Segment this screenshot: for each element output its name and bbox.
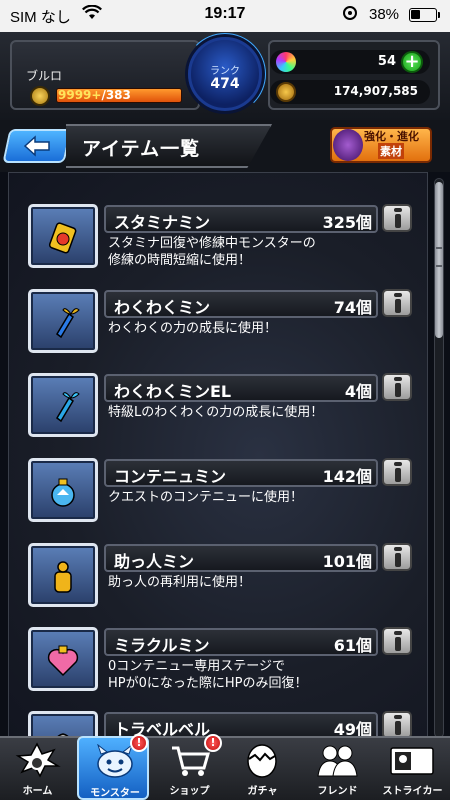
- add-orb-button[interactable]: +: [401, 51, 423, 73]
- item-info-button[interactable]: [382, 627, 412, 655]
- item-quantity: 325個: [322, 213, 372, 232]
- helper-bottle-icon: [54, 561, 72, 593]
- item-quantity: 61個: [333, 636, 372, 655]
- item-description: 助っ人の再利用に使用！: [108, 575, 252, 590]
- friend-icon: [317, 745, 358, 777]
- battery-percent: 38%: [369, 6, 400, 23]
- battery-tip: [438, 12, 440, 18]
- nav-label: モンスター: [90, 788, 140, 799]
- item-description: スタミナ回復や修練中モンスターの 修練の時間短縮に使用！: [108, 236, 316, 268]
- item-quantity: 4個: [344, 382, 372, 401]
- nav-label: ガチャ: [247, 786, 278, 797]
- list-item[interactable]: 助っ人ミン 101個 助っ人の再利用に使用！: [28, 543, 428, 607]
- miracle-bottle-icon: [47, 645, 79, 677]
- rank-label: ランク: [210, 66, 240, 77]
- gold-count: 174,907,585: [333, 84, 418, 98]
- battery-icon: [409, 8, 437, 22]
- back-arrow-icon: [24, 135, 50, 157]
- item-name: ミラクルミン: [114, 636, 210, 655]
- orb-count: 54: [377, 54, 396, 69]
- item-quantity: 74個: [333, 298, 372, 317]
- evolve-material-icon: [333, 129, 363, 161]
- striker-card-icon: [390, 747, 434, 775]
- item-description: クエストのコンテニューに使用！: [108, 490, 304, 505]
- nav-striker[interactable]: ストライカー: [375, 736, 450, 800]
- list-item[interactable]: ミラクルミン 61個 0コンテニュー専用ステージで HPが0になった際にHPのみ…: [28, 627, 428, 691]
- item-quantity: 142個: [322, 467, 372, 486]
- item-icon-frame: [28, 627, 98, 691]
- monster-notification-badge: !: [130, 734, 148, 752]
- status-bar: SIM なし 19:17 38%: [0, 0, 450, 32]
- item-info-button[interactable]: [382, 289, 412, 317]
- orb-icon: [276, 52, 296, 72]
- stamina-can-icon: [48, 222, 77, 254]
- gold-coin-icon: [276, 82, 296, 102]
- el-bottle-icon: [56, 392, 80, 423]
- orientation-lock-icon: [343, 6, 357, 20]
- item-icon-frame: [28, 458, 98, 522]
- nav-label: ストライカー: [382, 786, 443, 797]
- evolve-label-line1: 強化・進化: [364, 130, 419, 143]
- exp-coin-icon: [30, 86, 50, 106]
- item-info-button[interactable]: [382, 711, 412, 739]
- rank-badge[interactable]: ランク 474: [188, 37, 262, 111]
- nav-gacha[interactable]: ガチャ: [225, 736, 300, 800]
- list-item[interactable]: わくわくミン 74個 わくわくの力の成長に使用！: [28, 289, 428, 353]
- item-info-button[interactable]: [382, 373, 412, 401]
- item-description: 特級Lのわくわくの力の成長に使用！: [108, 405, 324, 420]
- player-name: ブルロ: [26, 69, 63, 83]
- item-icon-frame: [28, 373, 98, 437]
- evolve-label-line2: 素材: [378, 143, 404, 159]
- scrollbar-grip: [436, 247, 442, 267]
- list-item[interactable]: コンテニュミン 142個 クエストのコンテニューに使用！: [28, 458, 428, 522]
- item-icon-frame: [28, 204, 98, 268]
- item-name: 助っ人ミン: [114, 552, 195, 571]
- item-description: わくわくの力の成長に使用！: [108, 321, 278, 336]
- list-item[interactable]: わくわくミンEL 4個 特級Lのわくわくの力の成長に使用！: [28, 373, 428, 437]
- rank-value: 474: [210, 76, 240, 92]
- nav-home[interactable]: ホーム: [0, 736, 75, 800]
- shop-notification-badge: !: [204, 734, 222, 752]
- home-explosion-icon: [15, 742, 61, 778]
- item-description: 0コンテニュー専用ステージで HPが0になった際にHPのみ回復！: [108, 659, 308, 691]
- exp-text: 9999+/383: [58, 88, 131, 102]
- sprout-bottle-icon: [56, 308, 80, 339]
- item-name: スタミナミン: [114, 213, 211, 232]
- page-title: アイテム一覧: [82, 138, 201, 160]
- item-name: わくわくミンEL: [114, 382, 232, 401]
- nav-label: ホーム: [22, 786, 53, 797]
- item-icon-frame: [28, 543, 98, 607]
- item-name: わくわくミン: [114, 298, 211, 317]
- continue-bottle-icon: [51, 478, 75, 507]
- nav-friend[interactable]: フレンド: [300, 736, 375, 800]
- item-info-button[interactable]: [382, 543, 412, 571]
- item-name: コンテニュミン: [114, 467, 227, 486]
- gacha-egg-icon: [247, 744, 277, 778]
- list-item[interactable]: スタミナミン 325個 スタミナ回復や修練中モンスターの 修練の時間短縮に使用！: [28, 204, 428, 268]
- item-info-button[interactable]: [382, 204, 412, 232]
- item-quantity: 101個: [322, 552, 372, 571]
- item-icon-frame: [28, 289, 98, 353]
- nav-label: フレンド: [317, 786, 358, 797]
- item-info-button[interactable]: [382, 458, 412, 486]
- nav-label: ショップ: [169, 786, 210, 797]
